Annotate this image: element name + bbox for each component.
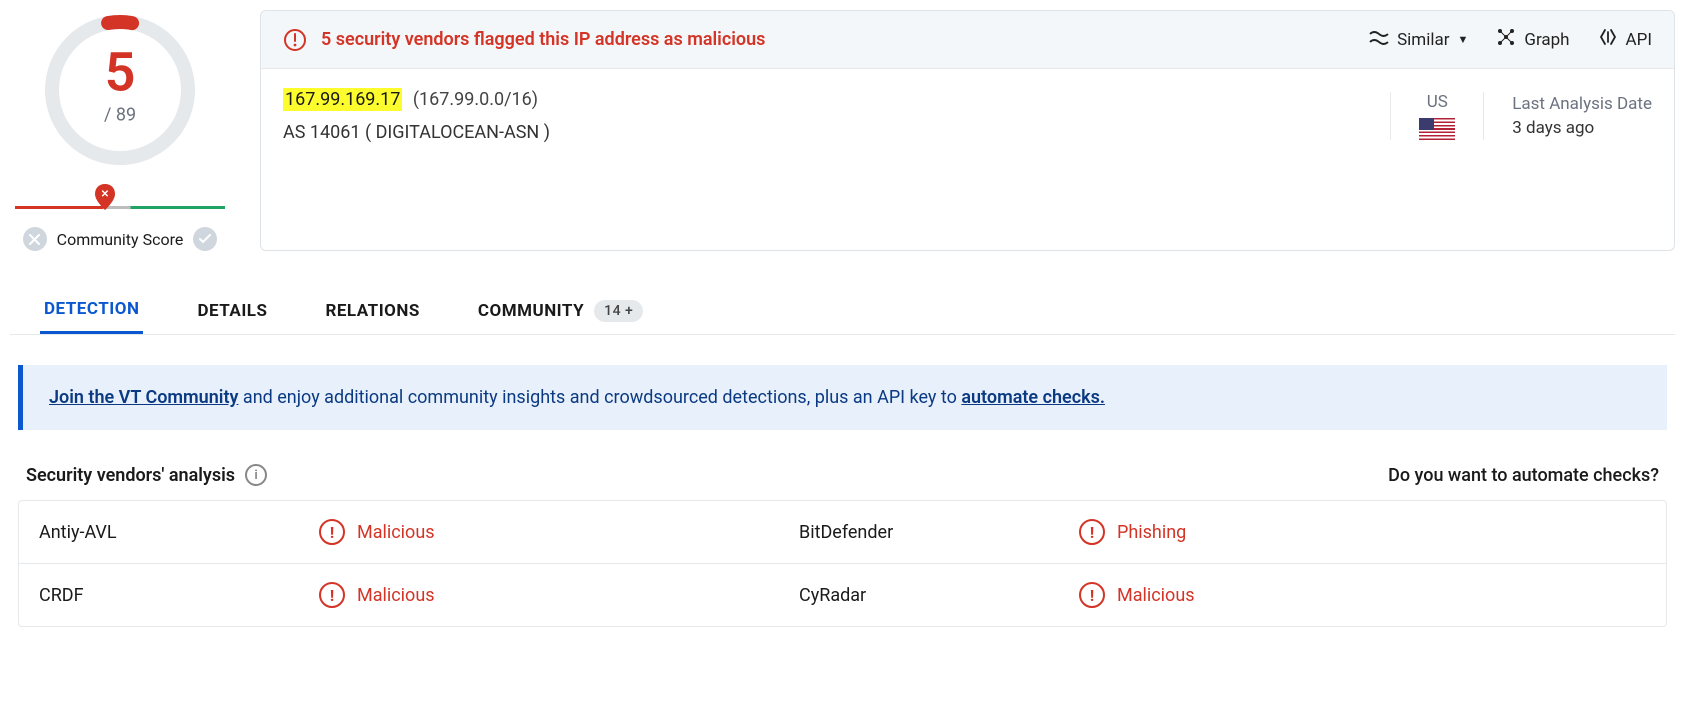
flag-message: 5 security vendors flagged this IP addre… <box>321 29 765 50</box>
vendor-verdict: ! Malicious <box>1059 564 1539 626</box>
chevron-down-icon: ▼ <box>1457 33 1468 46</box>
tab-relations[interactable]: RELATIONS <box>321 299 423 334</box>
analysis-label: Last Analysis Date <box>1512 94 1652 114</box>
vendor-verdict: ! Malicious <box>299 564 779 626</box>
vendor-name: CRDF <box>19 564 299 626</box>
close-icon <box>23 227 47 251</box>
similar-icon <box>1369 30 1389 50</box>
graph-button[interactable]: Graph <box>1496 27 1569 52</box>
api-icon <box>1598 28 1618 51</box>
graph-icon <box>1496 27 1516 52</box>
asn-info: AS 14061 ( DIGITALOCEAN-ASN ) <box>283 122 1390 143</box>
tab-community[interactable]: COMMUNITY 14 + <box>474 299 647 334</box>
automate-checks-prompt[interactable]: Do you want to automate checks? <box>1388 465 1659 486</box>
vendor-verdict: ! Malicious <box>299 501 779 563</box>
vendor-name: Antiy-AVL <box>19 501 299 563</box>
vendors-table: Antiy-AVL ! Malicious BitDefender ! Phis… <box>18 500 1667 627</box>
analysis-time: 3 days ago <box>1512 118 1652 138</box>
tabs: DETECTION DETAILS RELATIONS COMMUNITY 14… <box>10 299 1675 335</box>
tab-detection[interactable]: DETECTION <box>40 299 143 334</box>
us-flag-icon <box>1419 118 1455 140</box>
community-gauge: ✕ <box>15 206 225 209</box>
tab-details[interactable]: DETAILS <box>193 299 271 334</box>
community-count-badge: 14 + <box>594 300 643 322</box>
info-icon[interactable]: i <box>245 464 267 486</box>
summary-card: 5 security vendors flagged this IP addre… <box>260 10 1675 251</box>
table-row: Antiy-AVL ! Malicious BitDefender ! Phis… <box>19 501 1666 564</box>
join-community-banner: Join the VT Community and enjoy addition… <box>18 365 1667 430</box>
vendor-verdict: ! Phishing <box>1059 501 1539 563</box>
similar-button[interactable]: Similar ▼ <box>1369 30 1468 50</box>
map-pin-icon: ✕ <box>93 184 117 214</box>
last-analysis-block: Last Analysis Date 3 days ago <box>1484 94 1652 138</box>
detection-count: 5 <box>104 47 136 101</box>
alert-icon: ! <box>1079 519 1105 545</box>
vendors-analysis-title: Security vendors' analysis i <box>26 464 267 486</box>
community-score-label: Community Score <box>57 230 184 249</box>
summary-header: 5 security vendors flagged this IP addre… <box>261 11 1674 69</box>
alert-icon: ! <box>1079 582 1105 608</box>
table-row: CRDF ! Malicious CyRadar ! Malicious <box>19 564 1666 626</box>
country-code: US <box>1419 92 1455 112</box>
alert-icon <box>283 28 307 52</box>
alert-icon: ! <box>319 582 345 608</box>
detection-total: / 89 <box>104 105 136 126</box>
country-block: US <box>1390 92 1484 140</box>
detection-score-ring: 5 / 89 <box>40 10 200 170</box>
ip-range: (167.99.0.0/16) <box>413 89 538 110</box>
check-icon <box>193 227 217 251</box>
join-community-link[interactable]: Join the VT Community <box>49 387 238 408</box>
vendor-name: CyRadar <box>779 564 1059 626</box>
alert-icon: ! <box>319 519 345 545</box>
api-button[interactable]: API <box>1598 28 1652 51</box>
score-panel: 5 / 89 ✕ Community Score <box>10 10 230 251</box>
svg-text:✕: ✕ <box>101 189 109 200</box>
ip-address: 167.99.169.17 <box>283 88 402 111</box>
automate-checks-link[interactable]: automate checks. <box>961 387 1105 408</box>
vendor-name: BitDefender <box>779 501 1059 563</box>
